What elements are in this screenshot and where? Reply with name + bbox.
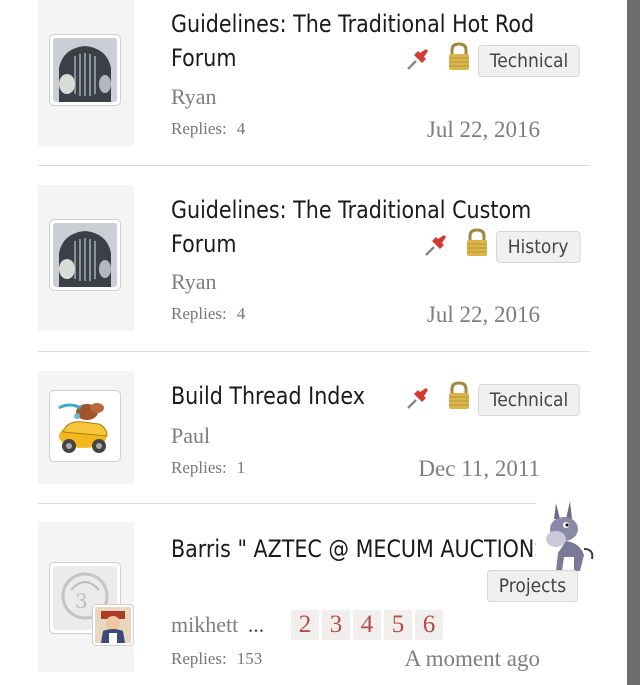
- thread-item-custom-guidelines[interactable]: Guidelines: The Traditional Custom Forum…: [0, 185, 600, 350]
- replies-count: Replies: 153: [171, 649, 263, 668]
- thread-item-barris-aztec[interactable]: 3 Barris " AZTEC @ MECUM AUCTIONS. Proje…: [0, 499, 600, 685]
- lock-icon: [449, 42, 469, 70]
- page-link-6[interactable]: 6: [415, 610, 443, 640]
- tag-technical[interactable]: Technical: [478, 384, 580, 416]
- divider: [38, 165, 590, 166]
- pages-ellipsis: ...: [247, 612, 265, 637]
- thread-author[interactable]: Ryan: [171, 269, 217, 295]
- divider: [38, 351, 590, 352]
- avatar-container: [38, 0, 134, 146]
- divider: [38, 503, 590, 504]
- lock-icon: [467, 228, 487, 256]
- donkey-icon: [536, 499, 596, 575]
- thread-date: Dec 11, 2011: [418, 456, 540, 481]
- page-link-5[interactable]: 5: [384, 610, 412, 640]
- tag-history[interactable]: History: [496, 231, 581, 263]
- thread-author-row: mikhett ...: [171, 612, 264, 638]
- thread-date: Jul 22, 2016: [426, 302, 540, 327]
- thread-date: Jul 22, 2016: [426, 117, 540, 142]
- page-link-3[interactable]: 3: [322, 610, 350, 640]
- lock-icon: [449, 381, 469, 409]
- avatar-container: 3: [38, 522, 134, 672]
- replies-count: Replies: 4: [171, 119, 246, 138]
- scrollbar[interactable]: [627, 0, 640, 685]
- avatar-container: [38, 185, 134, 331]
- avatar-container: [38, 371, 134, 484]
- thread-title[interactable]: Barris " AZTEC @ MECUM AUCTIONS.: [171, 532, 554, 566]
- thread-item-hot-rod-guidelines[interactable]: Guidelines: The Traditional Hot Rod Foru…: [0, 0, 600, 165]
- pin-icon: [407, 388, 428, 409]
- thread-author[interactable]: Paul: [171, 423, 210, 449]
- thread-author[interactable]: Ryan: [171, 84, 217, 110]
- avatar[interactable]: [49, 219, 121, 291]
- thread-author[interactable]: mikhett: [171, 612, 238, 637]
- svg-text:3: 3: [75, 589, 88, 613]
- page-link-2[interactable]: 2: [291, 610, 319, 640]
- tag-technical[interactable]: Technical: [478, 45, 580, 77]
- thread-date: A moment ago: [404, 646, 540, 671]
- thread-title[interactable]: Build Thread Index: [171, 379, 365, 413]
- participant-avatar[interactable]: [92, 604, 134, 646]
- tag-projects[interactable]: Projects: [487, 570, 578, 602]
- pin-icon: [425, 235, 446, 256]
- replies-count: Replies: 1: [171, 458, 246, 477]
- avatar[interactable]: [49, 390, 121, 462]
- thread-item-build-thread-index[interactable]: Build Thread Index Technical Paul Replie…: [0, 371, 600, 484]
- pin-icon: [407, 49, 428, 70]
- replies-count: Replies: 4: [171, 304, 246, 323]
- page-link-4[interactable]: 4: [353, 610, 381, 640]
- page-links: 2 3 4 5 6: [291, 610, 443, 640]
- avatar[interactable]: [49, 34, 121, 106]
